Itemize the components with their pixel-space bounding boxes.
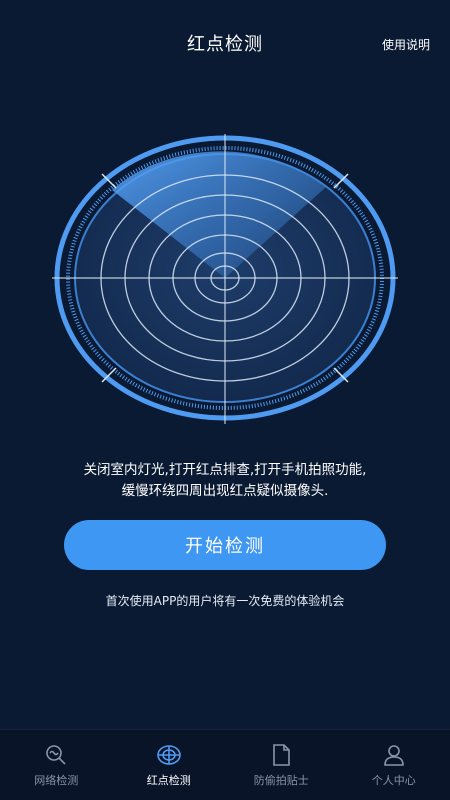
tab-label: 个人中心 — [371, 774, 416, 787]
tab-label: 防偷拍贴士 — [253, 774, 309, 787]
tab-red-dot-detection[interactable]: 红点检测 — [113, 730, 226, 800]
document-icon — [273, 744, 291, 766]
header: 红点检测 使用说明 — [0, 0, 450, 88]
network-search-icon — [46, 745, 66, 765]
radar-icon — [156, 745, 181, 765]
instruction-line-2: 缓慢环绕四周出现红点疑似摄像头. — [121, 483, 329, 499]
tab-network-detection[interactable]: 网络检测 — [0, 730, 113, 800]
radar-graphic — [52, 134, 398, 424]
person-icon — [383, 745, 404, 766]
tab-label: 红点检测 — [146, 774, 191, 787]
tab-label: 网络检测 — [34, 774, 79, 787]
instruction-text: 关闭室内灯光,打开红点排查,打开手机拍照功能, 缓慢环绕四周出现红点疑似摄像头. — [20, 460, 430, 502]
instruction-line-1: 关闭室内灯光,打开红点排查,打开手机拍照功能, — [83, 462, 367, 478]
help-link[interactable]: 使用说明 — [382, 36, 430, 53]
tab-personal-center[interactable]: 个人中心 — [338, 730, 450, 800]
tab-anti-spy-tips[interactable]: 防偷拍贴士 — [225, 730, 338, 800]
free-trial-note: 首次使用APP的用户将有一次免费的体验机会 — [105, 594, 345, 608]
bottom-tab-bar: 网络检测 红点检测 防偷拍贴士 个人中心 — [0, 729, 450, 800]
start-detection-button[interactable]: 开始检测 — [64, 520, 386, 570]
